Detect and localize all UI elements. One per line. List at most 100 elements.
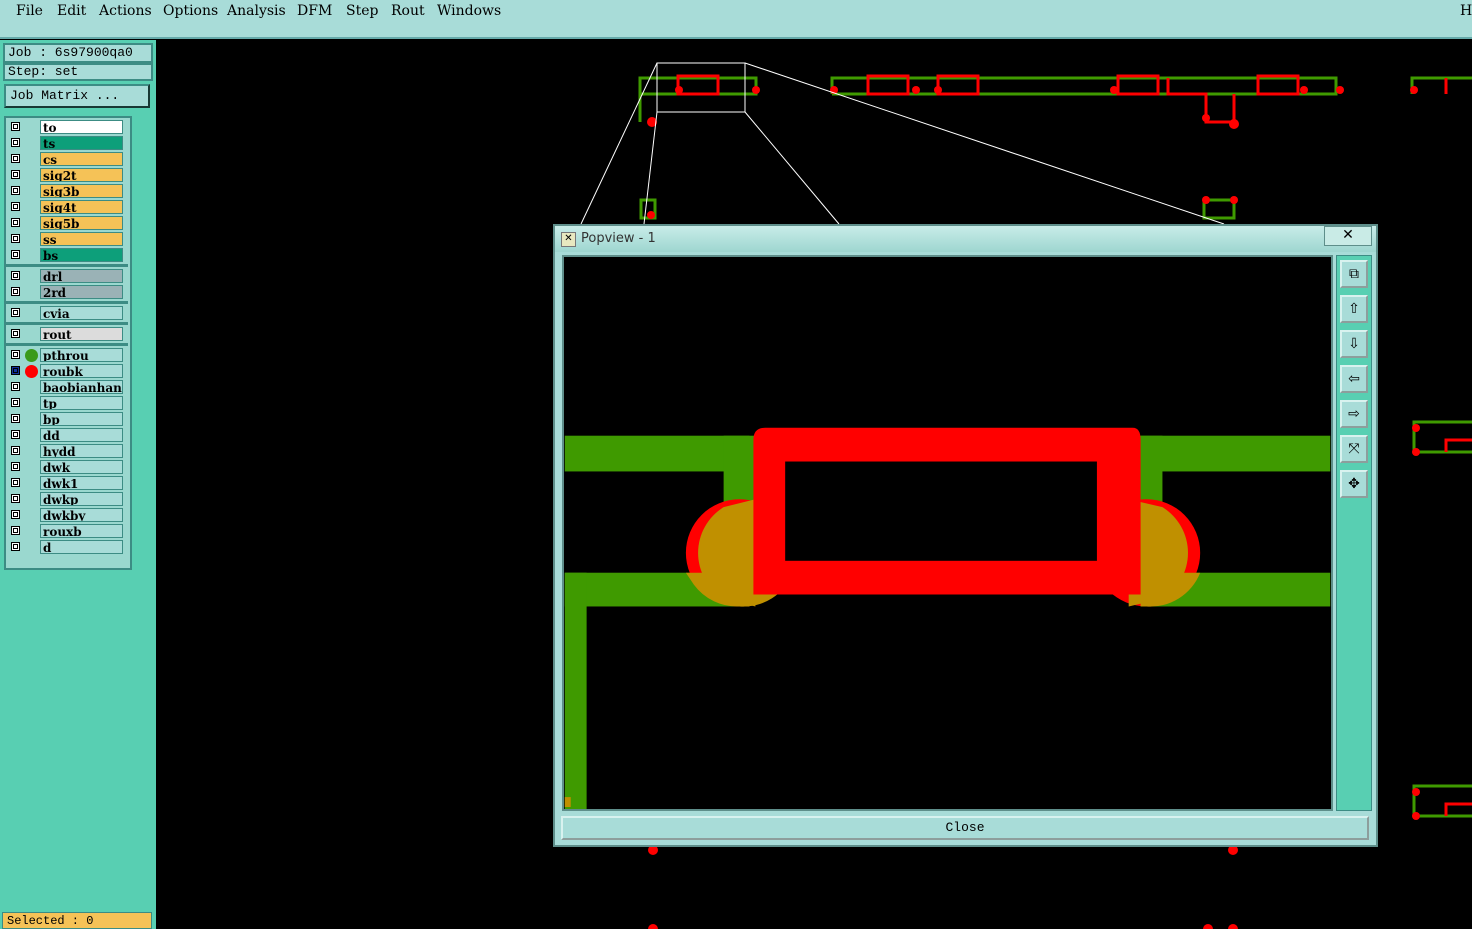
layer-name[interactable]: pthrou <box>40 348 123 362</box>
layer-row-dd[interactable]: dd <box>6 428 128 443</box>
menu-edit[interactable]: Edit <box>57 3 86 19</box>
layer-checkbox[interactable] <box>11 430 20 439</box>
zoom-fit-icon[interactable]: ⧉ <box>1340 260 1368 288</box>
menu-actions[interactable]: Actions <box>99 3 152 19</box>
layer-name[interactable]: ss <box>40 232 123 246</box>
job-matrix-button[interactable]: Job Matrix ... <box>4 84 150 108</box>
layer-row-drl[interactable]: drl <box>6 269 128 284</box>
layer-name[interactable]: ts <box>40 136 123 150</box>
layer-row-d[interactable]: d <box>6 540 128 555</box>
layer-row-sig4t[interactable]: sig4t <box>6 200 128 215</box>
layer-row-rouxb[interactable]: rouxb <box>6 524 128 539</box>
layer-row-rout[interactable]: rout <box>6 327 128 342</box>
layer-checkbox[interactable] <box>11 186 20 195</box>
layer-name[interactable]: sig3b <box>40 184 123 198</box>
layer-name[interactable]: baobianhanpa <box>40 380 123 394</box>
layer-row-2rd[interactable]: 2rd <box>6 285 128 300</box>
layer-checkbox[interactable] <box>11 308 20 317</box>
layer-name[interactable]: sig2t <box>40 168 123 182</box>
layer-checkbox[interactable] <box>11 202 20 211</box>
layer-row-dwk[interactable]: dwk <box>6 460 128 475</box>
layer-name[interactable]: sig5b <box>40 216 123 230</box>
layer-checkbox[interactable] <box>11 526 20 535</box>
layer-name[interactable]: to <box>40 120 123 134</box>
layer-name[interactable]: hydd <box>40 444 123 458</box>
layer-checkbox[interactable] <box>11 382 20 391</box>
layer-name[interactable]: sig4t <box>40 200 123 214</box>
layer-row-ss[interactable]: ss <box>6 232 128 247</box>
layer-checkbox[interactable] <box>11 250 20 259</box>
layer-row-dwkp[interactable]: dwkp <box>6 492 128 507</box>
layer-checkbox[interactable] <box>11 462 20 471</box>
layer-name[interactable]: dwk1 <box>40 476 123 490</box>
layer-row-sig2t[interactable]: sig2t <box>6 168 128 183</box>
layer-checkbox[interactable] <box>11 271 20 280</box>
zoom-in-icon[interactable]: ⤧ <box>1340 435 1368 463</box>
pan-left-icon[interactable]: ⇦ <box>1340 365 1368 393</box>
layer-checkbox[interactable] <box>11 398 20 407</box>
layer-checkbox[interactable] <box>11 234 20 243</box>
layer-row-tp[interactable]: tp <box>6 396 128 411</box>
menu-options[interactable]: Options <box>163 3 218 19</box>
layer-row-cs[interactable]: cs <box>6 152 128 167</box>
layer-name[interactable]: bp <box>40 412 123 426</box>
layer-row-dwkby[interactable]: dwkby <box>6 508 128 523</box>
layer-checkbox[interactable] <box>11 170 20 179</box>
layer-checkbox[interactable] <box>11 350 20 359</box>
close-button[interactable]: Close <box>561 816 1369 840</box>
layer-row-bs[interactable]: bs <box>6 248 128 263</box>
layer-name[interactable]: cvia <box>40 306 123 320</box>
layer-checkbox[interactable] <box>11 414 20 423</box>
layer-checkbox[interactable] <box>11 138 20 147</box>
layer-row-ts[interactable]: ts <box>6 136 128 151</box>
layer-checkbox[interactable] <box>11 542 20 551</box>
layer-checkbox[interactable] <box>11 287 20 296</box>
layer-row-baobianhanpa[interactable]: baobianhanpa <box>6 380 128 395</box>
menu-analysis[interactable]: Analysis <box>227 3 286 19</box>
layer-name[interactable]: dwkp <box>40 492 123 506</box>
layer-name[interactable]: 2rd <box>40 285 123 299</box>
layer-checkbox[interactable] <box>11 218 20 227</box>
layer-row-roubk[interactable]: roubk <box>6 364 128 379</box>
layer-row-sig3b[interactable]: sig3b <box>6 184 128 199</box>
layer-row-sig5b[interactable]: sig5b <box>6 216 128 231</box>
layer-checkbox[interactable] <box>11 122 20 131</box>
layer-row-to[interactable]: to <box>6 120 128 135</box>
pan-right-icon[interactable]: ⇨ <box>1340 400 1368 428</box>
layer-name[interactable]: rouxb <box>40 524 123 538</box>
layer-name[interactable]: tp <box>40 396 123 410</box>
layer-checkbox[interactable] <box>11 510 20 519</box>
layer-row-dwk1[interactable]: dwk1 <box>6 476 128 491</box>
layer-checkbox[interactable] <box>11 494 20 503</box>
pan-up-icon[interactable]: ⇧ <box>1340 295 1368 323</box>
layer-row-cvia[interactable]: cvia <box>6 306 128 321</box>
popview-titlebar[interactable]: ✕ Popview - 1 ✕ <box>555 226 1376 252</box>
layer-name[interactable]: bs <box>40 248 123 262</box>
layer-checkbox[interactable] <box>11 154 20 163</box>
layer-checkbox[interactable] <box>11 446 20 455</box>
popview-canvas[interactable] <box>562 255 1333 811</box>
menu-rout[interactable]: Rout <box>391 3 425 19</box>
menu-truncated-right[interactable]: H <box>1460 3 1472 19</box>
menu-windows[interactable]: Windows <box>437 3 501 19</box>
pan-down-icon[interactable]: ⇩ <box>1340 330 1368 358</box>
layer-name[interactable]: dwk <box>40 460 123 474</box>
layer-row-bp[interactable]: bp <box>6 412 128 427</box>
layer-name[interactable]: d <box>40 540 123 554</box>
layer-name[interactable]: drl <box>40 269 123 283</box>
layer-name[interactable]: cs <box>40 152 123 166</box>
layer-row-hydd[interactable]: hydd <box>6 444 128 459</box>
menu-step[interactable]: Step <box>346 3 378 19</box>
menu-file[interactable]: File <box>16 3 43 19</box>
close-icon[interactable]: ✕ <box>1324 226 1372 246</box>
menu-dfm[interactable]: DFM <box>297 3 332 19</box>
layer-row-pthrou[interactable]: pthrou <box>6 348 128 363</box>
layer-name[interactable]: dd <box>40 428 123 442</box>
layer-checkbox[interactable] <box>11 329 20 338</box>
layer-checkbox[interactable] <box>11 366 20 375</box>
zoom-out-icon[interactable]: ✥ <box>1340 470 1368 498</box>
layer-name[interactable]: dwkby <box>40 508 123 522</box>
layer-name[interactable]: rout <box>40 327 123 341</box>
layer-checkbox[interactable] <box>11 478 20 487</box>
layer-name[interactable]: roubk <box>40 364 123 378</box>
